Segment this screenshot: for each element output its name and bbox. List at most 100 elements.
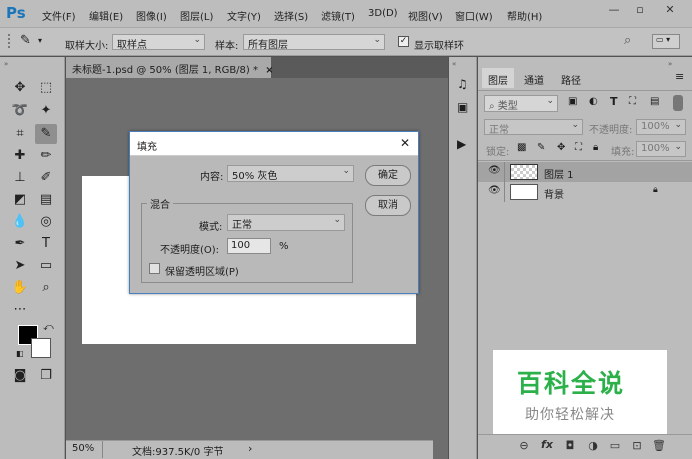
preserve-transparency-checkbox[interactable] bbox=[149, 263, 160, 274]
eye-icon[interactable]: 👁︎ bbox=[488, 165, 501, 176]
stamp-tool-icon[interactable]: ⊥ bbox=[9, 168, 31, 188]
layer-row[interactable]: 👁︎ 背景 🔒︎ bbox=[478, 182, 692, 202]
tab-channels[interactable]: 通道 bbox=[518, 68, 550, 88]
search-icon[interactable]: ⌕ bbox=[624, 33, 631, 48]
move-tool-icon[interactable]: ✥ bbox=[9, 78, 31, 98]
link-layers-icon[interactable]: ⊖ bbox=[517, 439, 531, 452]
filter-pixel-icon[interactable]: ▣ bbox=[568, 96, 577, 107]
lock-position-icon[interactable]: ✥ bbox=[557, 142, 565, 153]
collapse-arrows-icon[interactable]: » bbox=[668, 60, 672, 68]
screen-mode-icon[interactable]: ❐ bbox=[35, 366, 57, 386]
lasso-tool-icon[interactable]: ➰ bbox=[9, 101, 31, 121]
marquee-tool-icon[interactable]: ⬚ bbox=[35, 78, 57, 98]
filter-toggle[interactable] bbox=[673, 95, 683, 111]
menu-layer[interactable]: 图层(L) bbox=[180, 8, 213, 23]
healing-brush-icon[interactable]: ✚ bbox=[9, 146, 31, 166]
blur-tool-icon[interactable]: 💧 bbox=[9, 212, 31, 232]
dodge-tool-icon[interactable]: ◎ bbox=[35, 212, 57, 232]
status-menu-arrow[interactable]: › bbox=[248, 442, 252, 455]
eraser-tool-icon[interactable]: ◩ bbox=[9, 190, 31, 210]
new-layer-icon[interactable]: ⊡ bbox=[630, 439, 644, 452]
new-group-icon[interactable]: ▭ bbox=[608, 439, 622, 452]
filter-smart-icon[interactable]: ▤ bbox=[650, 96, 659, 107]
swap-colors-icon[interactable]: ⤺ bbox=[43, 322, 54, 333]
mode-select[interactable]: 正常 ⌄ bbox=[227, 214, 345, 231]
actions-panel-icon[interactable]: ▶ bbox=[457, 137, 466, 151]
minimize-button[interactable]: — bbox=[604, 3, 624, 17]
restore-button[interactable]: ▫ bbox=[630, 3, 650, 17]
menu-edit[interactable]: 编辑(E) bbox=[89, 8, 123, 23]
default-colors-icon[interactable]: ◧ bbox=[16, 349, 24, 358]
kind-filter-select[interactable]: ⌕ 类型 ⌄ bbox=[484, 95, 558, 112]
blend-mode-select[interactable]: 正常 ⌄ bbox=[484, 119, 583, 135]
eyedropper-icon[interactable]: ✎ bbox=[20, 33, 31, 48]
collapse-arrows-icon[interactable]: « bbox=[452, 60, 456, 68]
pen-tool-icon[interactable]: ✒ bbox=[9, 234, 31, 254]
tab-layers[interactable]: 图层 bbox=[482, 68, 514, 88]
eye-icon[interactable]: 👁︎ bbox=[488, 185, 501, 196]
zoom-tool-icon[interactable]: ⌕ bbox=[35, 278, 57, 298]
menu-select[interactable]: 选择(S) bbox=[274, 8, 308, 23]
chevron-down-icon: ⌄ bbox=[333, 215, 341, 225]
workspace-switcher[interactable]: ▭ ▾ bbox=[652, 34, 680, 49]
path-select-icon[interactable]: ➤ bbox=[9, 256, 31, 276]
adjustment-layer-icon[interactable]: ◑ bbox=[586, 439, 600, 452]
filter-shape-icon[interactable]: ⛶ bbox=[629, 96, 636, 107]
quick-mask-icon[interactable]: ◙ bbox=[9, 366, 31, 386]
opacity-input[interactable]: 100 bbox=[227, 238, 271, 254]
panel-menu-icon[interactable]: ≡ bbox=[675, 70, 684, 83]
show-ring-checkbox[interactable]: ✓ bbox=[398, 36, 409, 47]
properties-panel-icon[interactable]: ▣ bbox=[457, 100, 468, 114]
brush-tool-icon[interactable]: ✏ bbox=[35, 146, 57, 166]
fx-icon[interactable]: fx bbox=[540, 438, 554, 451]
menu-file[interactable]: 文件(F) bbox=[42, 8, 76, 23]
fill-input[interactable]: 100% ⌄ bbox=[636, 141, 686, 157]
rectangle-tool-icon[interactable]: ▭ bbox=[35, 256, 57, 276]
layer-name[interactable]: 背景 bbox=[544, 186, 564, 201]
history-panel-icon[interactable]: ♫ bbox=[457, 77, 468, 91]
zoom-level[interactable]: 50% bbox=[72, 443, 102, 454]
tab-paths[interactable]: 路径 bbox=[555, 68, 587, 88]
lock-artboard-icon[interactable]: ⛶ bbox=[575, 142, 582, 153]
content-label: 内容: bbox=[200, 172, 224, 183]
background-color-swatch[interactable] bbox=[31, 338, 51, 358]
lock-transparent-icon[interactable]: ▩ bbox=[517, 142, 526, 153]
history-brush-icon[interactable]: ✐ bbox=[35, 168, 57, 188]
sample-select[interactable]: 所有图层 ⌄ bbox=[243, 34, 385, 50]
lock-pixels-icon[interactable]: ✎ bbox=[537, 142, 545, 153]
crop-tool-icon[interactable]: ⌗ bbox=[9, 124, 31, 144]
close-tab-icon[interactable]: × bbox=[265, 65, 273, 76]
menu-help[interactable]: 帮助(H) bbox=[507, 8, 542, 23]
sample-size-label: 取样大小: bbox=[65, 41, 109, 52]
menu-window[interactable]: 窗口(W) bbox=[455, 8, 493, 23]
layer-name[interactable]: 图层 1 bbox=[544, 166, 574, 181]
layer-row[interactable]: 👁︎ 图层 1 bbox=[478, 162, 692, 182]
collapse-arrows-icon[interactable]: » bbox=[4, 60, 8, 68]
more-tools-icon[interactable]: ⋯ bbox=[9, 300, 31, 320]
dialog-close-icon[interactable]: ✕ bbox=[400, 136, 410, 150]
menu-filter[interactable]: 滤镜(T) bbox=[321, 8, 355, 23]
hand-tool-icon[interactable]: ✋ bbox=[9, 278, 31, 298]
cancel-button[interactable]: 取消 bbox=[365, 195, 411, 216]
tool-preset-chevron-icon[interactable]: ▾ bbox=[38, 36, 42, 45]
gradient-tool-icon[interactable]: ▤ bbox=[35, 190, 57, 210]
watermark: 百科全说 助你轻松解决 bbox=[493, 350, 667, 434]
eyedropper-tool-icon[interactable]: ✎ bbox=[35, 124, 57, 144]
menu-view[interactable]: 视图(V) bbox=[408, 8, 443, 23]
add-mask-icon[interactable]: ◘ bbox=[563, 439, 577, 452]
menu-3d[interactable]: 3D(D) bbox=[368, 8, 398, 19]
document-tab[interactable]: 未标题-1.psd @ 50% (图层 1, RGB/8) * × bbox=[66, 57, 274, 78]
window-close-button[interactable]: ✕ bbox=[660, 3, 680, 17]
menu-image[interactable]: 图像(I) bbox=[136, 8, 167, 23]
filter-adjust-icon[interactable]: ◐ bbox=[589, 96, 598, 107]
filter-type-icon[interactable]: T bbox=[610, 95, 618, 108]
lock-all-icon[interactable]: 🔒︎ bbox=[593, 142, 598, 153]
layer-opacity-input[interactable]: 100% ⌄ bbox=[636, 119, 686, 135]
content-select[interactable]: 50% 灰色 ⌄ bbox=[227, 165, 354, 182]
type-tool-icon[interactable]: T bbox=[35, 234, 57, 254]
sample-size-select[interactable]: 取样点 ⌄ bbox=[112, 34, 205, 50]
ok-button[interactable]: 确定 bbox=[365, 165, 411, 186]
magic-wand-icon[interactable]: ✦ bbox=[35, 101, 57, 121]
menu-type[interactable]: 文字(Y) bbox=[227, 8, 261, 23]
trash-icon[interactable]: 🗑︎ bbox=[652, 439, 666, 452]
